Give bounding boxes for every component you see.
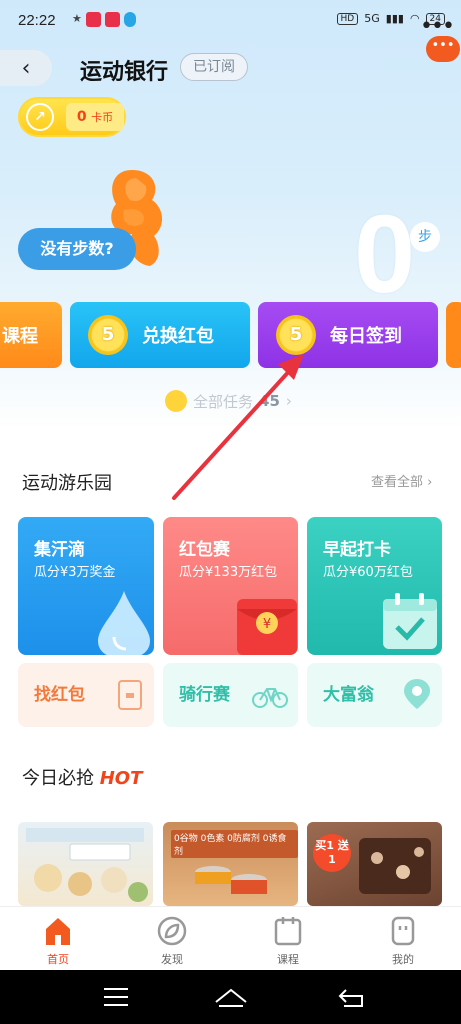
all-tasks-count: 45 xyxy=(259,392,280,410)
see-all-link[interactable]: 查看全部 › xyxy=(371,471,432,490)
discover-icon xyxy=(157,916,187,946)
chevron-right-icon: › xyxy=(285,392,292,410)
page-title: 运动银行 xyxy=(80,60,169,85)
wifi-icon: ◠ xyxy=(409,12,420,25)
bicycle-icon xyxy=(252,688,288,708)
app-notification-icon: ★ xyxy=(72,12,82,25)
redpacket-race-tile[interactable]: 红包赛 瓜分¥133万红包 ¥ xyxy=(163,517,298,655)
subscribed-button[interactable]: 已订阅 xyxy=(180,53,248,81)
tile-subtitle: 瓜分¥60万红包 xyxy=(323,565,413,580)
all-tasks-label: 全部任务 xyxy=(193,392,254,411)
tile-subtitle: 瓜分¥133万红包 xyxy=(179,565,278,580)
tab-profile[interactable]: 我的 xyxy=(363,907,443,971)
monopoly-tile[interactable]: 大富翁 xyxy=(307,663,442,727)
step-unit: 步 xyxy=(410,222,440,252)
back-button[interactable]: ‹ xyxy=(0,50,52,86)
task-coin-icon xyxy=(165,390,187,412)
tile-title: 大富翁 xyxy=(323,685,374,705)
checkin-label: 每日签到 xyxy=(330,326,402,347)
tile-title: 找红包 xyxy=(34,685,85,705)
more-button[interactable]: ••• xyxy=(420,14,455,39)
signal-icon: ▮▮▮ xyxy=(385,12,404,25)
course-card-label: 课程 xyxy=(2,326,38,347)
cycling-race-tile[interactable]: 骑行赛 xyxy=(163,663,298,727)
tab-discover[interactable]: 发现 xyxy=(132,907,212,971)
mini-program-badge[interactable]: ••• xyxy=(426,36,460,62)
envelope-icon xyxy=(118,680,142,710)
step-count: 0 xyxy=(354,193,416,316)
coin-value: 0 xyxy=(76,109,87,125)
next-card-edge[interactable] xyxy=(446,302,461,368)
tab-label: 发现 xyxy=(161,953,183,966)
product-card[interactable] xyxy=(18,822,153,906)
playground-title: 运动游乐园 xyxy=(22,473,112,494)
early-checkin-tile[interactable]: 早起打卡 瓜分¥60万红包 xyxy=(307,517,442,655)
coin-unit: 卡币 xyxy=(91,111,114,124)
tile-title: 集汗滴 xyxy=(34,540,85,560)
today-title: 今日必抢 HOT xyxy=(22,764,142,790)
calendar-icon xyxy=(274,917,302,946)
sweat-drop-tile[interactable]: 集汗滴 瓜分¥3万奖金 xyxy=(18,517,154,655)
daily-checkin-card[interactable]: 5 每日签到 xyxy=(258,302,438,368)
tab-home[interactable]: 首页 xyxy=(18,907,98,971)
water-drop-icon xyxy=(98,591,150,655)
hot-label: HOT xyxy=(99,768,143,789)
product-card[interactable]: 0谷物 0色素 0防腐剂 0诱食剂 xyxy=(163,822,298,906)
red-envelope-icon: ¥ xyxy=(237,599,297,655)
product-image xyxy=(26,828,148,902)
location-pin-icon xyxy=(404,679,430,709)
tab-label: 课程 xyxy=(277,953,299,966)
tab-label: 我的 xyxy=(392,953,414,966)
calendar-check-icon xyxy=(383,593,437,649)
tab-course[interactable]: 课程 xyxy=(248,907,328,971)
status-bar: 22:22 ★ HD 5G ▮▮▮ ◠ 24 xyxy=(0,0,461,42)
hd-icon: HD xyxy=(336,12,359,25)
tile-title: 早起打卡 xyxy=(323,540,391,560)
coin-balance[interactable]: ↗ 0 卡币 xyxy=(18,97,126,137)
product-tagline: 0谷物 0色素 0防腐剂 0诱食剂 xyxy=(171,830,298,858)
find-redpacket-tile[interactable]: 找红包 xyxy=(18,663,154,727)
all-tasks-link[interactable]: 全部任务 45 › xyxy=(165,390,292,412)
profile-icon xyxy=(391,916,415,946)
qq-icon xyxy=(123,12,136,27)
tile-title: 骑行赛 xyxy=(179,685,230,705)
buy-one-get-one-badge: 买1 送1 xyxy=(313,834,351,872)
network-icon: 5G xyxy=(364,12,380,25)
app-notification-icon xyxy=(104,12,120,27)
coin-icon: ↗ xyxy=(26,103,54,131)
course-card[interactable]: 课程 xyxy=(0,302,62,368)
system-nav-icons xyxy=(104,988,363,1007)
coin-5-icon: 5 xyxy=(276,315,316,355)
svg-text:¥: ¥ xyxy=(263,617,271,632)
status-time: 22:22 xyxy=(18,12,56,29)
bottom-tab-bar: 首页 发现 课程 我的 xyxy=(0,906,461,970)
redeem-label: 兑换红包 xyxy=(142,326,214,347)
notification-icons: ★ xyxy=(72,12,136,27)
coin-pill: 0 卡币 xyxy=(66,103,124,131)
header: ‹ 运动银行 已订阅 xyxy=(0,46,461,90)
menu-icon[interactable] xyxy=(104,988,128,1006)
redeem-redpacket-card[interactable]: 5 兑换红包 xyxy=(70,302,250,368)
today-title-text: 今日必抢 xyxy=(22,768,94,789)
system-nav-bar xyxy=(0,970,461,1024)
app-notification-icon xyxy=(85,12,101,27)
coin-5-icon: 5 xyxy=(88,315,128,355)
home-nav-icon[interactable] xyxy=(215,988,247,1007)
tab-label: 首页 xyxy=(47,953,69,966)
back-nav-icon[interactable] xyxy=(338,989,363,1007)
tile-subtitle: 瓜分¥3万奖金 xyxy=(34,565,116,580)
tile-title: 红包赛 xyxy=(179,540,230,560)
no-steps-button[interactable]: 没有步数? xyxy=(18,228,136,270)
home-icon xyxy=(46,918,70,945)
product-card[interactable]: 买1 送1 xyxy=(307,822,442,906)
